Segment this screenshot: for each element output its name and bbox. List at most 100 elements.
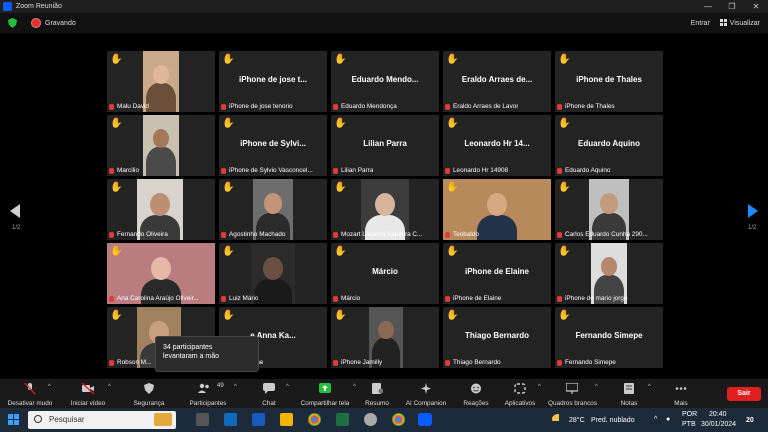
file-explorer-icon[interactable] (280, 413, 293, 426)
keyboard-layout[interactable]: PTB (682, 421, 696, 428)
clock-time[interactable]: 20:40 (709, 411, 727, 418)
participant-tile[interactable]: ✋ Lilian Parra Lilian Parra (331, 115, 439, 176)
participant-tile[interactable]: ✋ Eraldo Arraes de... Eraldo Arraes de Lav… (443, 51, 551, 112)
language-code[interactable]: POR (682, 411, 697, 418)
participant-tile[interactable]: ✋ iPhone de Thales iPhone de Thales (555, 51, 663, 112)
leave-button[interactable]: Sair (727, 387, 761, 401)
participant-tile[interactable]: ✋ Leonardo Hr 14... Leonardo Hr 14908 (443, 115, 551, 176)
chevron-up-icon[interactable]: ^ (648, 384, 651, 390)
excel-icon[interactable] (336, 413, 349, 426)
reactions-button[interactable]: Reações (460, 379, 492, 408)
participant-tile[interactable]: ✋ iPhone Jamilly (331, 307, 439, 368)
word-icon[interactable] (252, 413, 265, 426)
prev-page-arrow-icon[interactable] (10, 204, 20, 218)
participants-button[interactable]: 49 ^ Participantes (186, 379, 237, 408)
participant-display-name: iPhone de Sylvi... (240, 139, 306, 148)
notification-count[interactable]: 20 (746, 417, 754, 424)
weather-temp[interactable]: 28°C (569, 417, 585, 424)
enter-button[interactable]: Entrar (691, 20, 710, 27)
taskbar-search[interactable]: Pesquisar (28, 411, 176, 429)
participant-tile[interactable]: ✋ Fernando Oliveira (107, 179, 215, 240)
weather-desc[interactable]: Pred. nublado (591, 417, 635, 424)
participant-tile[interactable]: ✋ Márcio Márcio (331, 243, 439, 304)
raised-hand-icon: ✋ (446, 54, 459, 65)
chevron-up-icon[interactable]: ^ (654, 416, 657, 423)
page-indicator-left: 1/2 (12, 225, 21, 231)
raised-hand-icon: ✋ (446, 118, 459, 129)
participant-tile[interactable]: ✋ Thiago Bernardo Thiago Bernardo (443, 307, 551, 368)
whiteboards-button[interactable]: ^ Quadros brancos (548, 379, 598, 408)
apps-button[interactable]: ^ Aplicativos (502, 379, 541, 408)
microphone-icon[interactable]: ● (666, 416, 670, 423)
participant-tile[interactable]: ✋ Teobaldo (443, 179, 551, 240)
participant-tile[interactable]: ✋ Carlos Eduardo Cunha 290... (555, 179, 663, 240)
raised-hand-icon: ✋ (222, 310, 235, 321)
ai-companion-button[interactable]: AI Companion (403, 379, 449, 408)
chat-button[interactable]: ^ Chat (252, 379, 289, 408)
chevron-up-icon[interactable]: ^ (538, 384, 541, 390)
participant-display-name: Leonardo Hr 14... (464, 139, 530, 148)
participant-name: Ana Carolina Araújo Oliveir... (117, 295, 199, 302)
participant-tile[interactable]: ✋ Agostinho Machado (219, 179, 327, 240)
participant-tile[interactable]: ✋ Luiz Mário (219, 243, 327, 304)
participant-face (600, 193, 618, 214)
participant-name: Márcio (341, 295, 361, 302)
zoom-app-icon[interactable] (418, 413, 432, 426)
share-screen-button[interactable]: ^ Compartilhar tela (298, 379, 356, 408)
windows-start-icon[interactable] (8, 414, 19, 425)
clock-date[interactable]: 30/01/2024 (701, 421, 736, 428)
participant-tile[interactable]: ✋ Mozart Lacerda Siqueira C... (331, 179, 439, 240)
whiteboard-icon (566, 383, 578, 394)
participant-tile[interactable]: ✋ Fernando Simepe Fernando Simepe (555, 307, 663, 368)
chevron-up-icon[interactable]: ^ (286, 384, 289, 390)
participant-face (151, 257, 171, 280)
participant-tile[interactable]: ✋ Eduardo Aquino Eduardo Aquino (555, 115, 663, 176)
mic-muted-icon (333, 359, 338, 366)
mic-muted-icon (557, 231, 562, 238)
raised-hand-icon: ✋ (446, 310, 459, 321)
shield-icon[interactable] (8, 18, 17, 28)
summary-button[interactable]: Resumo (362, 379, 392, 408)
chevron-up-icon[interactable]: ^ (108, 384, 111, 390)
participant-tile[interactable]: ✋ Eduardo Mendo... Eduardo Mendonça (331, 51, 439, 112)
participant-tile[interactable]: ✋ iPhone de Elaine iPhone de Elaine (443, 243, 551, 304)
participant-tile[interactable]: ✋ Ana Carolina Araújo Oliveir... (107, 243, 215, 304)
raised-hand-icon: ✋ (110, 246, 123, 257)
raised-hand-icon: ✋ (446, 246, 459, 257)
participant-face (378, 321, 394, 339)
task-view-icon[interactable] (196, 413, 209, 426)
participants-label: Participantes (189, 400, 227, 407)
notes-button[interactable]: ^ Notas (616, 379, 651, 408)
start-video-button[interactable]: ^ Iniciar vídeo (64, 379, 112, 408)
chevron-up-icon[interactable]: ^ (234, 384, 237, 390)
app-icon[interactable] (364, 413, 377, 426)
participant-tile[interactable]: ✋ iPhone de jose t... iPhone de jose tenor… (219, 51, 327, 112)
chevron-up-icon[interactable]: ^ (48, 384, 51, 390)
record-icon[interactable] (31, 18, 41, 28)
outlook-icon[interactable] (224, 413, 237, 426)
participant-tile[interactable]: ✋ Marcilio (107, 115, 215, 176)
close-button[interactable]: ✕ (744, 0, 768, 13)
participant-name-label: iPhone Jamilly (333, 359, 437, 366)
mic-muted-icon (221, 231, 226, 238)
raised-hand-icon: ✋ (558, 182, 571, 193)
unmute-button[interactable]: ^ Desativar mudo (4, 379, 56, 408)
chevron-up-icon[interactable]: ^ (595, 384, 598, 390)
restore-button[interactable]: ❐ (720, 0, 744, 13)
participant-name-label: iPhone de mario jorge (557, 295, 661, 302)
more-button[interactable]: Mais (668, 379, 694, 408)
minimize-button[interactable]: — (696, 0, 720, 13)
chrome-icon[interactable] (392, 413, 405, 426)
mic-muted-icon (445, 295, 450, 302)
security-button[interactable]: Segurança (128, 379, 170, 408)
chat-label: Chat (262, 400, 276, 407)
participant-tile[interactable]: ✋ iPhone de mario jorge (555, 243, 663, 304)
view-button[interactable]: Visualizar (719, 19, 760, 27)
next-page-arrow-icon[interactable] (748, 204, 758, 218)
chrome-icon[interactable] (308, 413, 321, 426)
participant-name: Carlos Eduardo Cunha 290... (565, 231, 648, 238)
security-label: Segurança (133, 400, 165, 407)
participant-tile[interactable]: ✋ Malu David (107, 51, 215, 112)
chevron-up-icon[interactable]: ^ (353, 384, 356, 390)
participant-tile[interactable]: ✋ iPhone de Sylvi... iPhone de Sylvio Vasc… (219, 115, 327, 176)
